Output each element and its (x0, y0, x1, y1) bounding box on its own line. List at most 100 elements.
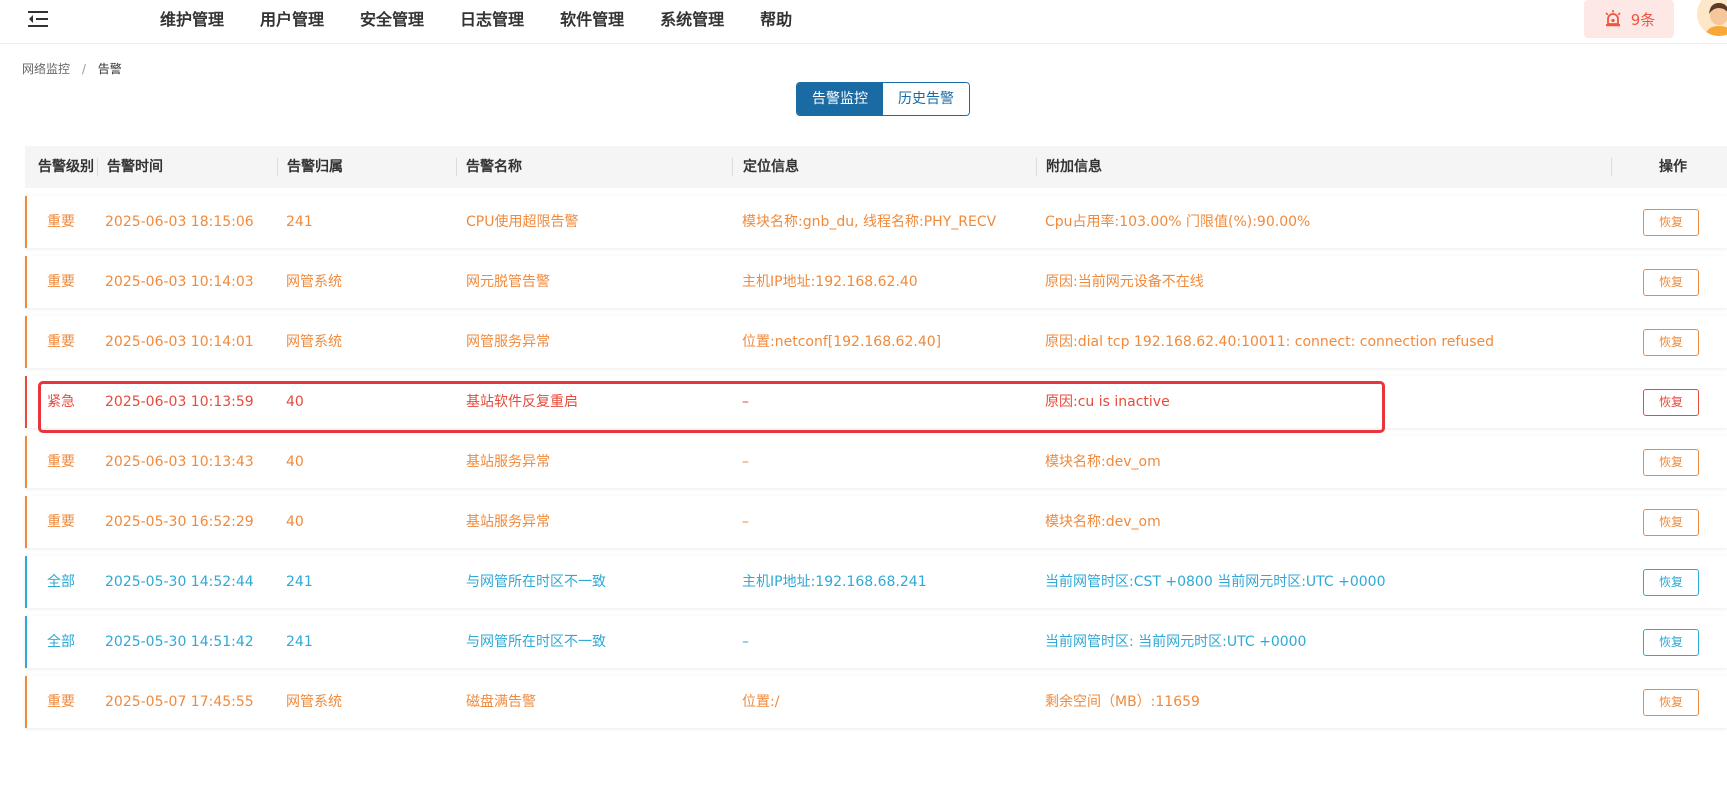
nav-item-software[interactable]: 软件管理 (560, 0, 624, 40)
table-row: 重要 2025-06-03 18:15:06 241 CPU使用超限告警 模块名… (25, 196, 1727, 248)
cell-location: – (742, 634, 749, 650)
col-divider (1611, 158, 1612, 176)
cell-name: 基站服务异常 (466, 514, 550, 530)
cell-time: 2025-06-03 10:13:59 (105, 394, 254, 410)
cell-owner: 网管系统 (286, 334, 342, 350)
cell-time: 2025-06-03 10:13:43 (105, 454, 254, 470)
cell-owner: 网管系统 (286, 694, 342, 710)
cell-extra: 原因:cu is inactive (1045, 394, 1170, 410)
top-navigation-bar: 维护管理 用户管理 安全管理 日志管理 软件管理 系统管理 帮助 9条 (0, 0, 1727, 44)
restore-button[interactable]: 恢复 (1643, 209, 1699, 236)
cell-location: 位置:netconf[192.168.62.40] (742, 334, 942, 350)
table-row: 重要 2025-06-03 10:13:43 40 基站服务异常 – 模块名称:… (25, 436, 1727, 488)
restore-button[interactable]: 恢复 (1643, 629, 1699, 656)
table-row: 全部 2025-05-30 14:52:44 241 与网管所在时区不一致 主机… (25, 556, 1727, 608)
col-divider (732, 158, 733, 176)
nav-item-security[interactable]: 安全管理 (360, 0, 424, 40)
cell-time: 2025-05-30 16:52:29 (105, 514, 254, 530)
alarm-tabs: 告警监控 历史告警 (796, 82, 970, 116)
cell-owner: 40 (286, 454, 304, 470)
col-header-extra: 附加信息 (1046, 159, 1102, 175)
cell-owner: 网管系统 (286, 274, 342, 290)
cell-time: 2025-06-03 18:15:06 (105, 214, 254, 230)
col-divider (97, 158, 98, 176)
restore-button[interactable]: 恢复 (1643, 449, 1699, 476)
cell-owner: 241 (286, 574, 313, 590)
cell-level: 重要 (47, 334, 75, 350)
cell-extra: 剩余空间（MB）:11659 (1045, 694, 1200, 710)
breadcrumb-current: 告警 (97, 62, 122, 76)
col-header-level: 告警级别 (38, 159, 94, 175)
alarm-table: 告警级别 告警时间 告警归属 告警名称 定位信息 附加信息 操作 重要 2025… (25, 146, 1727, 728)
col-header-name: 告警名称 (466, 159, 522, 175)
restore-button[interactable]: 恢复 (1643, 329, 1699, 356)
cell-owner: 241 (286, 634, 313, 650)
table-row: 重要 2025-06-03 10:14:01 网管系统 网管服务异常 位置:ne… (25, 316, 1727, 368)
table-row: 全部 2025-05-30 14:51:42 241 与网管所在时区不一致 – … (25, 616, 1727, 668)
cell-name: CPU使用超限告警 (466, 214, 579, 230)
table-row: 重要 2025-05-07 17:45:55 网管系统 磁盘满告警 位置:/ 剩… (25, 676, 1727, 728)
cell-name: 基站服务异常 (466, 454, 550, 470)
col-header-time: 告警时间 (107, 159, 163, 175)
restore-button[interactable]: 恢复 (1643, 569, 1699, 596)
cell-level: 重要 (47, 694, 75, 710)
table-row: 重要 2025-05-30 16:52:29 40 基站服务异常 – 模块名称:… (25, 496, 1727, 548)
cell-location: – (742, 394, 749, 410)
cell-time: 2025-06-03 10:14:03 (105, 274, 254, 290)
cell-name: 网管服务异常 (466, 334, 550, 350)
main-nav: 维护管理 用户管理 安全管理 日志管理 软件管理 系统管理 帮助 (160, 0, 828, 40)
cell-extra: 原因:dial tcp 192.168.62.40:10011: connect… (1045, 334, 1494, 350)
restore-button[interactable]: 恢复 (1643, 689, 1699, 716)
cell-extra: 原因:当前网元设备不在线 (1045, 274, 1204, 290)
cell-level: 重要 (47, 274, 75, 290)
cell-owner: 241 (286, 214, 313, 230)
menu-collapse-icon[interactable] (26, 8, 50, 30)
cell-level: 重要 (47, 454, 75, 470)
cell-location: – (742, 454, 749, 470)
cell-extra: 当前网管时区: 当前网元时区:UTC +0000 (1045, 634, 1307, 650)
nav-item-user-management[interactable]: 用户管理 (260, 0, 324, 40)
col-header-location: 定位信息 (743, 159, 799, 175)
col-header-action: 操作 (1659, 159, 1687, 175)
restore-button[interactable]: 恢复 (1643, 269, 1699, 296)
cell-time: 2025-05-30 14:52:44 (105, 574, 254, 590)
cell-name: 与网管所在时区不一致 (466, 574, 606, 590)
cell-level: 重要 (47, 214, 75, 230)
cell-name: 网元脱管告警 (466, 274, 550, 290)
col-divider (277, 158, 278, 176)
alarm-siren-icon (1605, 10, 1621, 27)
cell-location: 位置:/ (742, 694, 780, 710)
cell-owner: 40 (286, 394, 304, 410)
table-row: 紧急 2025-06-03 10:13:59 40 基站软件反复重启 – 原因:… (25, 376, 1727, 428)
cell-extra: 模块名称:dev_om (1045, 454, 1161, 470)
user-avatar[interactable] (1697, 0, 1727, 36)
cell-extra: 模块名称:dev_om (1045, 514, 1161, 530)
cell-extra: 当前网管时区:CST +0800 当前网元时区:UTC +0000 (1045, 574, 1386, 590)
col-header-owner: 告警归属 (287, 159, 343, 175)
cell-location: 主机IP地址:192.168.68.241 (742, 574, 927, 590)
cell-extra: Cpu占用率:103.00% 门限值(%):90.00% (1045, 214, 1311, 230)
cell-level: 全部 (47, 574, 75, 590)
cell-level: 紧急 (47, 394, 75, 410)
cell-time: 2025-05-07 17:45:55 (105, 694, 254, 710)
alarm-count: 9条 (1630, 10, 1656, 29)
restore-button[interactable]: 恢复 (1643, 509, 1699, 536)
cell-time: 2025-05-30 14:51:42 (105, 634, 254, 650)
breadcrumb: 网络监控 / 告警 (22, 60, 122, 77)
alarm-count-button[interactable]: 9条 (1584, 0, 1674, 38)
cell-location: – (742, 514, 749, 530)
table-row: 重要 2025-06-03 10:14:03 网管系统 网元脱管告警 主机IP地… (25, 256, 1727, 308)
restore-button[interactable]: 恢复 (1643, 389, 1699, 416)
cell-owner: 40 (286, 514, 304, 530)
cell-time: 2025-06-03 10:14:01 (105, 334, 254, 350)
tab-alarm-monitor[interactable]: 告警监控 (797, 83, 883, 115)
tab-alarm-history[interactable]: 历史告警 (883, 83, 969, 115)
nav-item-help[interactable]: 帮助 (760, 0, 792, 40)
table-header: 告警级别 告警时间 告警归属 告警名称 定位信息 附加信息 操作 (25, 146, 1727, 188)
nav-item-maintenance[interactable]: 维护管理 (160, 0, 224, 40)
nav-item-system[interactable]: 系统管理 (660, 0, 724, 40)
nav-item-logs[interactable]: 日志管理 (460, 0, 524, 40)
cell-level: 全部 (47, 634, 75, 650)
cell-name: 磁盘满告警 (466, 694, 536, 710)
breadcrumb-network-monitor[interactable]: 网络监控 (22, 62, 70, 76)
